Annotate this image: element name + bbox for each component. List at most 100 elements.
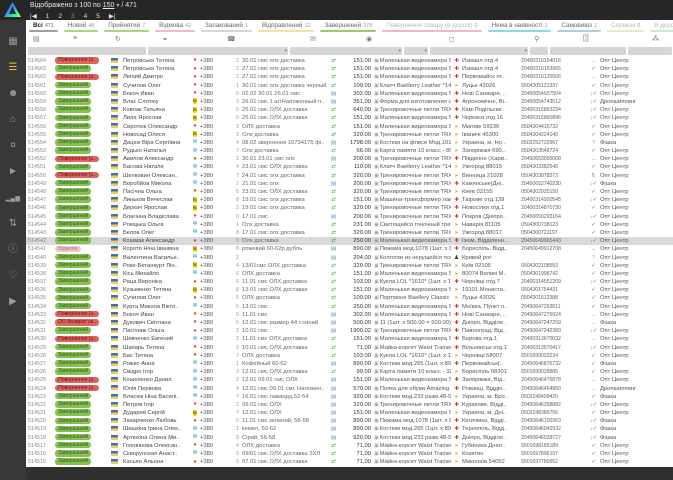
sidebar-item-settings[interactable]: ⇅ — [0, 214, 26, 234]
column-icon-payment-column[interactable]: ◉ — [366, 35, 372, 43]
per-page-value[interactable]: 150 — [103, 2, 115, 9]
sidebar-item-orders[interactable]: ☰ — [0, 58, 26, 78]
column-icon-comment-column[interactable]: ✉ — [310, 35, 316, 43]
order-row[interactable]: 514559 Завершений Влас Слотюу +380 326.01 см… — [26, 98, 673, 106]
last-page-button[interactable]: ▶| — [109, 12, 116, 20]
order-row[interactable]: 514534 Завершений Курта Микола Вікто.. +380… — [26, 302, 673, 311]
filter-input-2[interactable]: ▾ — [290, 47, 402, 55]
column-icon-sync-column[interactable]: ↻ — [115, 35, 121, 43]
order-row[interactable]: 514545 Завершений Благінна Владіслава +380 0… — [26, 212, 673, 221]
column-icon-status-column[interactable]: ▤ — [33, 35, 40, 43]
sidebar-item-dashboard[interactable]: ▦ — [0, 32, 26, 52]
tab-запакований[interactable]: Запакований 1 — [198, 20, 255, 33]
page-button-5[interactable]: 5 — [96, 13, 100, 20]
tab-прийнятий[interactable]: Прийнятий 7 — [101, 20, 152, 33]
order-row[interactable]: 514532 DO Возврат ок.. Дукович Світлана +38… — [26, 319, 673, 327]
filter-input-4[interactable]: ▾ — [430, 47, 528, 55]
tab-відправлений[interactable]: Відправлений 12 — [255, 20, 318, 33]
order-row[interactable]: 514540 Завершений Валентина Василье.. +380 2… — [26, 253, 673, 262]
order-row[interactable]: 514516 Завершений Скворунская Анаст.. +380 9… — [26, 450, 673, 458]
sidebar-item-info[interactable]: ⓘ — [0, 240, 26, 260]
order-row[interactable]: 514549 Завершений Воробйов Микола +380 221.0… — [26, 180, 673, 188]
order-row[interactable]: 514529 Завершений Шапарь Тетяна +380 910.01 … — [26, 343, 673, 352]
tab-новий[interactable]: Новий 48 — [61, 20, 101, 33]
order-row[interactable]: 514524 Повернення (з.. Юлія Первова +380 412… — [26, 384, 673, 393]
tab-нема-в-наявності[interactable]: Нема в наявності 1 — [485, 20, 555, 33]
order-row[interactable]: 514521 Завершений Дударев Сергій +380 712.01… — [26, 409, 673, 417]
order-row[interactable]: 514518 Завершений Артюхіна Олена Ми.. +380 8… — [26, 433, 673, 442]
filter-input-0[interactable] — [28, 47, 146, 55]
order-row[interactable]: 514564 Повернення (з.. Петровська Тетяна +3… — [26, 57, 673, 65]
filter-dropdown-caret-icon[interactable]: ▾ — [424, 48, 427, 54]
filter-dropdown-caret-icon[interactable]: ▾ — [284, 48, 287, 54]
tab-в-дорозі-додому[interactable]: В дорозі додому0 — [647, 20, 673, 33]
order-row[interactable]: 514522 Завершений Петров Ігор +380 209.01 см… — [26, 401, 673, 409]
page-button-3[interactable]: 3 — [71, 13, 75, 20]
column-icon-ttn-column[interactable]: [¦] — [583, 35, 589, 42]
order-row[interactable]: 514554 Завершений Дацюк Віра Сергіївна +380… — [26, 139, 673, 147]
order-row[interactable]: 514552 Повернення (з.. Авилов Александр +38… — [26, 155, 673, 163]
order-row[interactable]: 514547 Завершений Линьков Вячеслав +380 819.… — [26, 196, 673, 204]
filter-input-5[interactable] — [530, 47, 548, 55]
order-row[interactable]: 514535 Завершений Сучилов Олег +380 5ОЛХ дос… — [26, 294, 673, 302]
order-row[interactable]: 514536 Завершений Кузьменко Тетяна +380 813.… — [26, 286, 673, 294]
order-row[interactable]: 514546 Завершений Деркач Ярослав +380 219.01… — [26, 204, 673, 212]
order-row[interactable]: 514542 Завершений Кошмак Александр +380 5Олх… — [26, 237, 673, 246]
order-row[interactable]: 514531 Завершений Пасічник Ольга +380 210.01… — [26, 327, 673, 335]
tab-відмова[interactable]: Відмова 42 — [152, 20, 198, 33]
order-row[interactable]: 514525 Повернення (з.. Кошеленко Данил +380… — [26, 376, 673, 384]
order-row[interactable]: 514560 Завершений Бокоч Иван +380 002.02 30.… — [26, 90, 673, 98]
order-row[interactable]: 514558 Завершений Ковпак Татьяна +380 525.01… — [26, 106, 673, 114]
order-row[interactable]: 514537 Завершений Раца Вероніка +380 611.01 … — [26, 278, 673, 286]
sidebar-item-marketing[interactable]: ► — [0, 162, 26, 182]
column-icon-client-column[interactable]: ●● — [163, 35, 167, 42]
tab-повернення-товару-в-дорозі-[interactable]: Повернення товару (в дорозі) 0 — [379, 20, 485, 33]
order-row[interactable]: 514557 Завершений Лила Ярослав +380 025.01 с… — [26, 114, 673, 122]
column-icon-product-column[interactable]: ◻ — [449, 35, 455, 43]
order-row[interactable]: 514556 Завершений Сиротюк Олександр +380 3ОЛ… — [26, 122, 673, 131]
tab-сервісні[interactable]: Сервісні 0 — [604, 20, 647, 33]
order-row[interactable]: 514544 Завершений Рокіцька Ольга +380 1Олх д… — [26, 221, 673, 229]
order-row[interactable]: 514539 Завершений Роке-Бетанкурт Лін.. +380… — [26, 261, 673, 270]
order-row[interactable]: 514543 Завершений Белов Олег +380 817.01 смс… — [26, 229, 673, 237]
order-row[interactable]: 514530 Повернення (з.. Шевченко Евгений +38… — [26, 335, 673, 343]
order-row[interactable]: 514553 Завершений Рудько Наталья +380 7Олх д… — [26, 147, 673, 155]
column-icon-site-column[interactable]: ⁂ — [652, 35, 659, 43]
column-icon-details-column[interactable]: ≡ — [73, 35, 77, 42]
filter-input-1[interactable]: ▾ — [148, 47, 288, 55]
order-row[interactable]: 514517 Завершений Головінова Олексан.. +380… — [26, 442, 673, 450]
page-button-2[interactable]: 2 — [58, 13, 62, 20]
sidebar-item-company[interactable]: ⌂ — [0, 110, 26, 130]
order-row[interactable]: 514519 Завершений Шишкіна Ірина Олек.. +380… — [26, 425, 673, 433]
order-row[interactable]: 514528 Завершений Бас Тетяна +380 7ОЛХ доста… — [26, 352, 673, 360]
sidebar-item-support[interactable]: ♡ — [0, 266, 26, 286]
first-page-button[interactable]: |◀ — [30, 12, 37, 20]
filter-dropdown-caret-icon[interactable]: ▾ — [398, 48, 401, 54]
order-row[interactable]: 514563 Завершений Петровська Тетяна +380 227… — [26, 65, 673, 73]
order-row[interactable]: 514548 Завершений Пасічна Ольга +380 623.01 … — [26, 188, 673, 196]
sidebar-item-statistics[interactable]: ▂▄▆ — [0, 188, 26, 208]
order-row[interactable]: 514526 Завершений Свідро Ігор +380 312.01 см… — [26, 368, 673, 376]
order-row[interactable]: 514561 Завершений Сучилов Олег +380 130.01 с… — [26, 81, 673, 90]
order-row[interactable]: 514550 Повернення (з.. Шелковин Олексан.. +… — [26, 171, 673, 180]
order-row[interactable]: 514555 Завершений Новосад Олеся +380 3Олх до… — [26, 130, 673, 139]
order-row[interactable]: 514562Повернення (з..Легкий Дмитро+38022… — [26, 73, 673, 81]
tab-всі[interactable]: Всі 471 — [26, 20, 61, 33]
page-button-4[interactable]: 4 — [84, 13, 88, 20]
column-icon-phone-column[interactable]: ☎ — [227, 35, 236, 43]
filter-dropdown-caret-icon[interactable]: ▾ — [524, 48, 527, 54]
order-row[interactable]: 514533 Повернення (з.. Бокоч Иван +380 011.0… — [26, 311, 673, 319]
order-row[interactable]: 514538 Завершений Кісь Михайло +380 6ОЛХ дос… — [26, 270, 673, 278]
order-row[interactable]: 514551 Завершений Басова Наталя +380 423.01 … — [26, 163, 673, 171]
tab-завершений[interactable]: Завершений 278 — [317, 20, 379, 33]
per-page-caret-icon[interactable]: ▾ — [116, 3, 119, 9]
order-row[interactable]: 514523 Завершений Власюк Ніна Василі.. +380… — [26, 392, 673, 401]
order-row[interactable]: 514520 Завершений Захарченко Любовь +380 511… — [26, 417, 673, 425]
order-row[interactable]: 514541 Відмова Коротя Ніна Іванівна +380 8ро… — [26, 245, 673, 253]
tab-самовивіз[interactable]: Самовивіз 2 — [554, 20, 603, 33]
column-icon-delivery-column[interactable]: ⚲ — [534, 35, 539, 43]
filter-input-3[interactable]: ▾ — [404, 47, 428, 55]
sidebar-item-finance[interactable]: ¤ — [0, 136, 26, 156]
order-row[interactable]: 514527 Завершений Рожко Анна +380 1Кофейный … — [26, 360, 673, 368]
page-button-1[interactable]: 1 — [46, 13, 50, 20]
